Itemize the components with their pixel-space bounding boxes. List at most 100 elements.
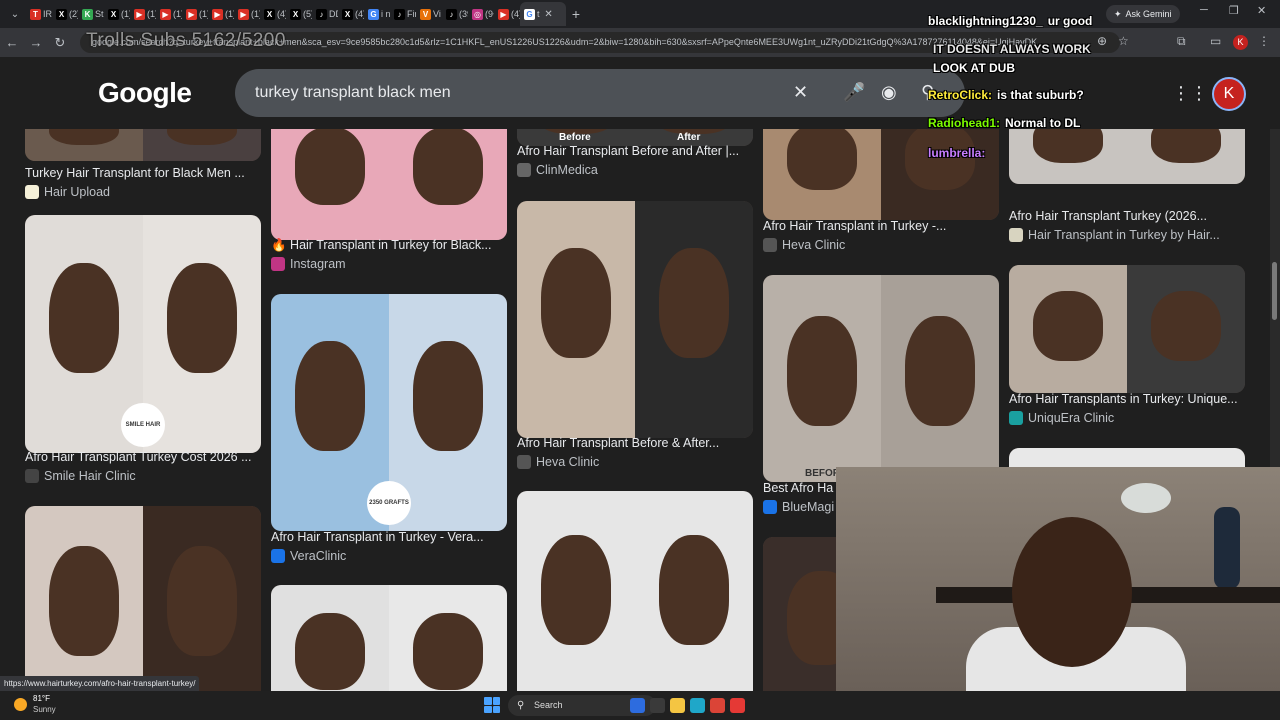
- result-thumbnail[interactable]: [763, 129, 999, 220]
- browser-tab[interactable]: V Vi: [416, 2, 442, 26]
- result-title[interactable]: Afro Hair Transplant in Turkey -...: [763, 219, 999, 233]
- zoom-icon[interactable]: ⊕: [1097, 34, 1107, 48]
- result-thumbnail[interactable]: [1009, 129, 1245, 184]
- browser-tab[interactable]: ▶(1) D: [234, 2, 260, 26]
- search-input[interactable]: turkey transplant black men: [255, 84, 451, 102]
- search-box[interactable]: turkey transplant black men ✕ 🎤 ◉ ⚲: [235, 69, 965, 117]
- profile-avatar-small[interactable]: K: [1233, 35, 1248, 50]
- result-title[interactable]: Afro Hair Transplant in Turkey - Vera...: [271, 530, 507, 544]
- result-source[interactable]: Smile Hair Clinic: [25, 469, 136, 483]
- chat-username: lumbrella:: [928, 146, 986, 160]
- result-title[interactable]: Turkey Hair Transplant for Black Men ...: [25, 166, 261, 180]
- result-source[interactable]: VeraClinic: [271, 549, 346, 563]
- result-thumbnail[interactable]: [517, 491, 753, 691]
- result-source[interactable]: Hair Transplant in Turkey by Hair...: [1009, 228, 1220, 242]
- browser-tab[interactable]: ▶(1) D: [182, 2, 208, 26]
- browser-tab[interactable]: ♪Find: [390, 2, 416, 26]
- widgets-icon[interactable]: [630, 698, 645, 713]
- face-photo: [659, 248, 729, 359]
- minimize-icon[interactable]: ─: [1200, 4, 1208, 16]
- google-logo[interactable]: Google: [98, 77, 192, 109]
- account-avatar[interactable]: K: [1212, 77, 1246, 111]
- browser-tab[interactable]: X(5) D: [286, 2, 312, 26]
- weather-temp[interactable]: 81°F: [33, 694, 50, 703]
- close-window-icon[interactable]: ✕: [1257, 4, 1266, 17]
- tab-search-icon[interactable]: ⌄: [4, 3, 26, 25]
- browser-tab[interactable]: K St: [78, 2, 104, 26]
- google-apps-icon[interactable]: ⋮⋮: [1172, 83, 1208, 104]
- result-title[interactable]: Afro Hair Transplant Turkey (2026...: [1009, 209, 1245, 223]
- result-thumbnail[interactable]: [1009, 265, 1245, 393]
- tab-label: Vi: [433, 9, 441, 19]
- result-title[interactable]: Afro Hair Transplant Before & After...: [517, 436, 753, 450]
- result-source[interactable]: UniquEra Clinic: [1009, 411, 1114, 425]
- back-icon[interactable]: ←: [0, 35, 24, 50]
- tab-active[interactable]: G t ✕: [520, 2, 566, 26]
- source-name: Hair Transplant in Turkey by Hair...: [1028, 228, 1220, 242]
- webcam-vase: [1214, 507, 1240, 589]
- voice-search-icon[interactable]: 🎤: [843, 82, 865, 103]
- sun-icon[interactable]: [14, 698, 27, 711]
- browser-tab[interactable]: ▶(1) H: [130, 2, 156, 26]
- source-name: BlueMagi: [782, 500, 835, 514]
- browser-tab[interactable]: X(2) H: [52, 2, 78, 26]
- result-thumbnail[interactable]: [25, 129, 261, 161]
- app-red-icon[interactable]: [730, 698, 745, 713]
- browser-tab[interactable]: TIRLTo: [26, 2, 52, 26]
- chrome-icon[interactable]: [710, 698, 725, 713]
- tab-favicon-icon: X: [108, 8, 119, 20]
- extensions-icon[interactable]: ⧉: [1177, 34, 1186, 49]
- result-thumbnail[interactable]: [25, 506, 261, 691]
- windows-start-icon[interactable]: [484, 697, 500, 713]
- tab-label: (1) H: [147, 9, 156, 19]
- browser-tab[interactable]: X(1): [104, 2, 130, 26]
- browser-tab[interactable]: ▶(1): [156, 2, 182, 26]
- result-source[interactable]: Instagram: [271, 257, 346, 271]
- result-title[interactable]: 🔥 Hair Transplant in Turkey for Black...: [271, 238, 507, 253]
- scrollbar-thumb[interactable]: [1272, 262, 1277, 320]
- result-thumbnail[interactable]: BEFOREAFTER: [763, 275, 999, 482]
- file-explorer-icon[interactable]: [670, 698, 685, 713]
- browser-tab[interactable]: Gi nee: [364, 2, 390, 26]
- browser-tab[interactable]: ▶(4) D: [494, 2, 520, 26]
- browser-tab[interactable]: ▶(1) Sh: [208, 2, 234, 26]
- source-name: Instagram: [290, 257, 346, 271]
- sidebar-icon[interactable]: ▭: [1210, 34, 1221, 48]
- browser-tab[interactable]: ♪(39): [442, 2, 468, 26]
- face-photo: [541, 535, 611, 645]
- result-thumbnail[interactable]: SMILE HAIR CLINIC: [25, 215, 261, 453]
- browser-tab[interactable]: X(4) D: [260, 2, 286, 26]
- result-thumbnail[interactable]: [517, 201, 753, 438]
- result-source[interactable]: Heva Clinic: [763, 238, 845, 252]
- result-title[interactable]: Afro Hair Transplant Turkey Cost 2026 ..…: [25, 450, 261, 464]
- tab-close-icon[interactable]: ✕: [542, 9, 556, 20]
- forward-icon[interactable]: →: [24, 35, 48, 50]
- result-title[interactable]: Afro Hair Transplant Before and After |.…: [517, 144, 753, 158]
- result-source[interactable]: Hair Upload: [25, 185, 110, 199]
- result-source[interactable]: Heva Clinic: [517, 455, 599, 469]
- browser-tab[interactable]: X(4) le: [338, 2, 364, 26]
- clear-search-icon[interactable]: ✕: [793, 82, 808, 103]
- reload-icon[interactable]: ↻: [48, 35, 72, 51]
- result-thumbnail[interactable]: [271, 129, 507, 240]
- tab-label: (1) D: [199, 9, 208, 19]
- browser-tab[interactable]: ◎(9+): [468, 2, 494, 26]
- task-view-icon[interactable]: [650, 698, 665, 713]
- tab-label: (2) H: [69, 9, 78, 19]
- maximize-icon[interactable]: ❐: [1229, 4, 1239, 17]
- weather-condition[interactable]: Sunny: [33, 705, 56, 714]
- edge-icon[interactable]: [690, 698, 705, 713]
- result-source[interactable]: BlueMagi: [763, 500, 834, 514]
- browser-tab[interactable]: ♪DDG: [312, 2, 338, 26]
- bookmark-star-icon[interactable]: ☆: [1118, 34, 1129, 48]
- result-title[interactable]: Afro Hair Transplants in Turkey: Unique.…: [1009, 392, 1245, 406]
- lens-search-icon[interactable]: ◉: [881, 82, 897, 103]
- result-source[interactable]: ClinMedica: [517, 163, 598, 177]
- ask-gemini-button[interactable]: ✦ Ask Gemini: [1106, 5, 1180, 23]
- result-thumbnail[interactable]: 2350 GRAFTS: [271, 294, 507, 531]
- new-tab-button[interactable]: +: [566, 6, 586, 22]
- source-favicon-icon: [25, 185, 39, 199]
- result-badge: SMILE HAIR CLINIC: [121, 403, 165, 447]
- result-thumbnail[interactable]: [271, 585, 507, 691]
- browser-menu-icon[interactable]: ⋮: [1258, 34, 1270, 48]
